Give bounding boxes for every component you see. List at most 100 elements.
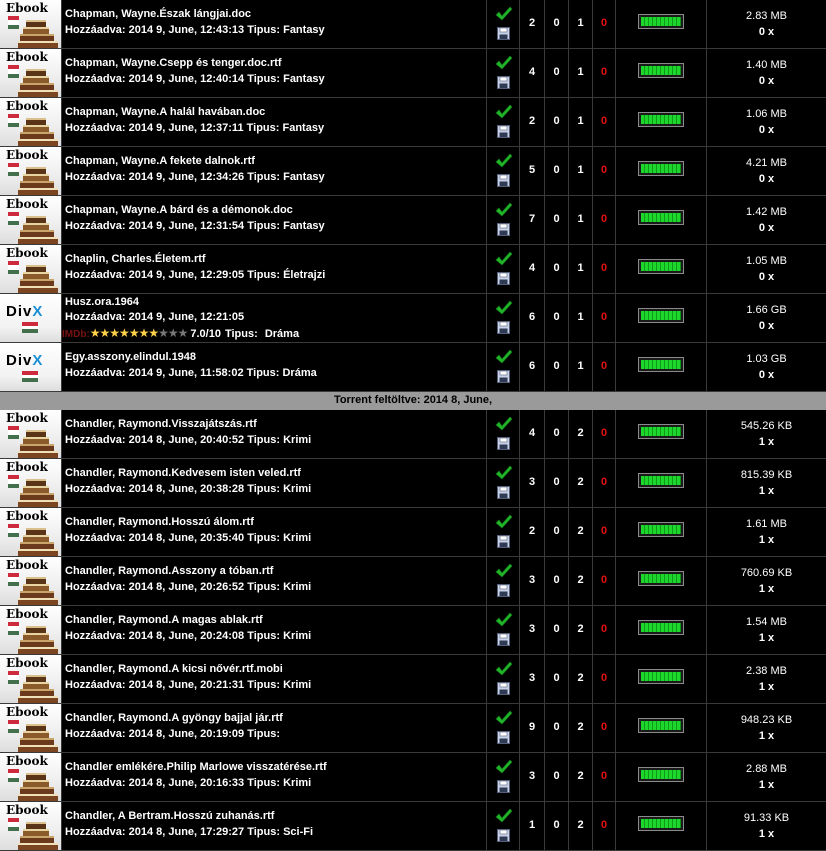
torrent-title-link[interactable]: Chaplin, Charles.Életem.rtf [65, 253, 206, 265]
leechers-count[interactable]: 0 [545, 213, 568, 225]
torrent-row[interactable]: Ebook Chandler, Raymond.Visszajátszás.rtf… [0, 410, 826, 459]
leechers-count[interactable]: 0 [545, 525, 568, 537]
torrent-row[interactable]: Ebook Chapman, Wayne.Észak lángjai.doc Hoz… [0, 0, 826, 49]
ebook-category-icon[interactable]: Ebook [0, 196, 61, 244]
completed-count[interactable]: 2 [569, 819, 592, 831]
download-icon[interactable] [497, 437, 510, 450]
category-icon-cell[interactable]: Ebook [0, 606, 61, 654]
ebook-category-icon[interactable]: Ebook [0, 557, 61, 605]
category-icon-cell[interactable]: Ebook [0, 49, 61, 97]
completed-count[interactable]: 1 [569, 213, 592, 225]
seeders-count[interactable]: 4 [520, 427, 544, 439]
download-icon[interactable] [497, 223, 510, 236]
ebook-category-icon[interactable]: Ebook [0, 459, 61, 507]
check-icon[interactable] [495, 710, 513, 726]
torrent-title-link[interactable]: Husz.ora.1964 [65, 296, 139, 308]
ebook-category-icon[interactable]: Ebook [0, 98, 61, 146]
leechers-count[interactable]: 0 [545, 623, 568, 635]
check-icon[interactable] [495, 514, 513, 530]
seeders-count[interactable]: 3 [520, 770, 544, 782]
torrent-row[interactable]: Ebook Chaplin, Charles.Életem.rtf Hozzáadv… [0, 245, 826, 294]
check-icon[interactable] [495, 55, 513, 71]
completed-count[interactable]: 1 [569, 360, 592, 372]
torrent-title-link[interactable]: Chapman, Wayne.Csepp és tenger.doc.rtf [65, 57, 282, 69]
leechers-count[interactable]: 0 [545, 574, 568, 586]
check-icon[interactable] [495, 465, 513, 481]
category-icon-cell[interactable]: Ebook [0, 753, 61, 801]
ebook-category-icon[interactable]: Ebook [0, 0, 61, 48]
seeders-count[interactable]: 3 [520, 476, 544, 488]
torrent-row[interactable]: Ebook Chandler, A Bertram.Hosszú zuhanás.… [0, 802, 826, 851]
seeders-count[interactable]: 2 [520, 525, 544, 537]
ebook-category-icon[interactable]: Ebook [0, 508, 61, 556]
seeders-count[interactable]: 1 [520, 819, 544, 831]
leechers-count[interactable]: 0 [545, 770, 568, 782]
torrent-title-link[interactable]: Chandler, Raymond.A gyöngy bajjal jár.rt… [65, 712, 283, 724]
category-icon-cell[interactable]: Ebook [0, 459, 61, 507]
seeders-count[interactable]: 6 [520, 360, 544, 372]
check-icon[interactable] [495, 612, 513, 628]
leechers-count[interactable]: 0 [545, 17, 568, 29]
torrent-row[interactable]: DivX Egy.asszony.elindul.1948 Hozzáadva: 2… [0, 343, 826, 392]
check-icon[interactable] [495, 808, 513, 824]
leechers-count[interactable]: 0 [545, 115, 568, 127]
category-icon-cell[interactable]: Ebook [0, 508, 61, 556]
check-icon[interactable] [495, 251, 513, 267]
torrent-title-link[interactable]: Chandler emlékére.Philip Marlowe visszat… [65, 761, 327, 773]
torrent-row[interactable]: Ebook Chandler, Raymond.A magas ablak.rtf… [0, 606, 826, 655]
category-icon-cell[interactable]: Ebook [0, 557, 61, 605]
seeders-count[interactable]: 4 [520, 66, 544, 78]
download-icon[interactable] [497, 370, 510, 383]
seeders-count[interactable]: 2 [520, 17, 544, 29]
leechers-count[interactable]: 0 [545, 311, 568, 323]
torrent-title-link[interactable]: Chandler, Raymond.Kedvesem isten veled.r… [65, 467, 301, 479]
torrent-title-link[interactable]: Chandler, Raymond.A magas ablak.rtf [65, 614, 263, 626]
download-icon[interactable] [497, 27, 510, 40]
check-icon[interactable] [495, 563, 513, 579]
download-icon[interactable] [497, 780, 510, 793]
ebook-category-icon[interactable]: Ebook [0, 606, 61, 654]
check-icon[interactable] [495, 104, 513, 120]
category-icon-cell[interactable]: Ebook [0, 245, 61, 293]
seeders-count[interactable]: 2 [520, 115, 544, 127]
torrent-row[interactable]: Ebook Chapman, Wayne.Csepp és tenger.doc.… [0, 49, 826, 98]
download-icon[interactable] [497, 321, 510, 334]
torrent-row[interactable]: Ebook Chapman, Wayne.A fekete dalnok.rtf H… [0, 147, 826, 196]
completed-count[interactable]: 2 [569, 672, 592, 684]
download-icon[interactable] [497, 174, 510, 187]
torrent-row[interactable]: DivX Husz.ora.1964 Hozzáadva: 2014 9, June… [0, 294, 826, 343]
check-icon[interactable] [495, 300, 513, 316]
category-icon-cell[interactable]: DivX [0, 294, 61, 342]
download-icon[interactable] [497, 731, 510, 744]
ebook-category-icon[interactable]: Ebook [0, 410, 61, 458]
seeders-count[interactable]: 3 [520, 672, 544, 684]
seeders-count[interactable]: 7 [520, 213, 544, 225]
leechers-count[interactable]: 0 [545, 164, 568, 176]
completed-count[interactable]: 2 [569, 476, 592, 488]
torrent-row[interactable]: Ebook Chandler, Raymond.Kedvesem isten ve… [0, 459, 826, 508]
completed-count[interactable]: 1 [569, 115, 592, 127]
completed-count[interactable]: 2 [569, 623, 592, 635]
ebook-category-icon[interactable]: Ebook [0, 49, 61, 97]
leechers-count[interactable]: 0 [545, 819, 568, 831]
ebook-category-icon[interactable]: Ebook [0, 655, 61, 703]
check-icon[interactable] [495, 6, 513, 22]
check-icon[interactable] [495, 349, 513, 365]
torrent-title-link[interactable]: Chandler, Raymond.A kicsi nővér.rtf.mobi [65, 663, 283, 675]
torrent-title-link[interactable]: Chapman, Wayne.A bárd és a démonok.doc [65, 204, 293, 216]
category-icon-cell[interactable]: Ebook [0, 0, 61, 48]
torrent-row[interactable]: Ebook Chandler, Raymond.A gyöngy bajjal j… [0, 704, 826, 753]
download-icon[interactable] [497, 486, 510, 499]
category-icon-cell[interactable]: Ebook [0, 410, 61, 458]
completed-count[interactable]: 1 [569, 17, 592, 29]
leechers-count[interactable]: 0 [545, 672, 568, 684]
ebook-category-icon[interactable]: Ebook [0, 753, 61, 801]
seeders-count[interactable]: 3 [520, 623, 544, 635]
category-icon-cell[interactable]: Ebook [0, 147, 61, 195]
download-icon[interactable] [497, 76, 510, 89]
leechers-count[interactable]: 0 [545, 262, 568, 274]
torrent-row[interactable]: Ebook Chandler emlékére.Philip Marlowe vi… [0, 753, 826, 802]
seeders-count[interactable]: 3 [520, 574, 544, 586]
check-icon[interactable] [495, 759, 513, 775]
check-icon[interactable] [495, 202, 513, 218]
